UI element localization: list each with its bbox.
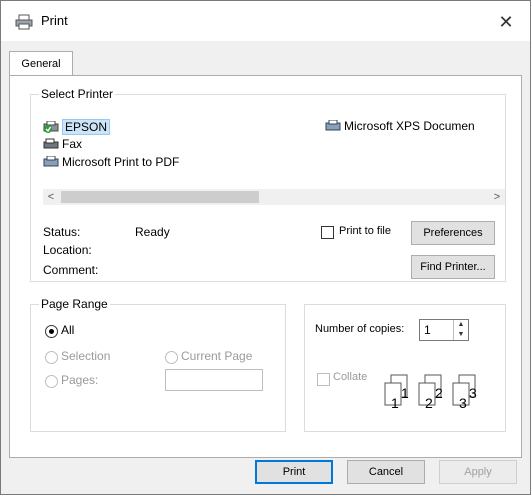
printer-name: Microsoft Print to PDF <box>62 155 180 169</box>
page-range-group: Page Range All Selection Current Page Pa… <box>30 297 286 432</box>
current-page-radio[interactable] <box>165 351 178 364</box>
scroll-right-icon[interactable]: > <box>489 189 505 205</box>
printer-icon <box>43 155 59 168</box>
status-value: Ready <box>135 225 170 239</box>
pages-radio[interactable] <box>45 375 58 388</box>
selection-radio[interactable] <box>45 351 58 364</box>
collate-label[interactable]: Collate <box>333 371 367 383</box>
location-label: Location: <box>43 243 92 257</box>
print-dialog: Print ✕ General Select Printer EPSON Fax… <box>0 0 531 495</box>
print-to-file-label[interactable]: Print to file <box>339 225 391 237</box>
collate-page-number: 2 <box>435 385 443 401</box>
printer-icon <box>15 14 33 30</box>
select-printer-title: Select Printer <box>39 87 116 101</box>
select-printer-group: Select Printer EPSON Fax Microsoft Print… <box>30 87 506 282</box>
cancel-button[interactable]: Cancel <box>347 460 425 484</box>
pages-input[interactable] <box>165 369 263 391</box>
scrollbar-thumb[interactable] <box>61 191 259 203</box>
copies-group: Number of copies: 1 ▲ ▼ Collate 1 1 2 2 3… <box>304 304 506 432</box>
print-to-file-checkbox[interactable] <box>321 226 334 239</box>
print-button[interactable]: Print <box>255 460 333 484</box>
printer-item-epson[interactable]: EPSON <box>43 119 111 135</box>
printer-default-icon <box>43 120 59 133</box>
collate-checkbox[interactable] <box>317 373 330 386</box>
printer-name: Fax <box>62 137 83 151</box>
number-of-copies-label: Number of copies: <box>315 323 405 335</box>
comment-label: Comment: <box>43 263 99 277</box>
collate-page-number: 3 <box>459 395 467 411</box>
general-panel: Select Printer EPSON Fax Microsoft Print… <box>9 75 522 458</box>
all-radio[interactable] <box>45 325 58 338</box>
collate-page-number: 2 <box>425 395 433 411</box>
collate-page-number: 1 <box>391 395 399 411</box>
collate-page-number: 3 <box>469 385 477 401</box>
all-label[interactable]: All <box>61 323 74 337</box>
spin-arrows-icon[interactable]: ▲ ▼ <box>453 320 468 340</box>
printer-item-fax[interactable]: Fax <box>43 137 82 151</box>
preferences-button[interactable]: Preferences <box>411 221 495 245</box>
printer-icon <box>325 119 341 132</box>
pages-label[interactable]: Pages: <box>61 373 98 387</box>
title-bar: Print ✕ <box>1 1 530 41</box>
fax-icon <box>43 138 59 150</box>
status-label: Status: <box>43 225 81 239</box>
close-icon[interactable]: ✕ <box>491 9 521 35</box>
printer-item-microsoft-xps[interactable]: Microsoft XPS Documen <box>325 119 475 133</box>
printer-item-microsoft-print-to-pdf[interactable]: Microsoft Print to PDF <box>43 155 179 169</box>
scroll-left-icon[interactable]: < <box>43 189 59 205</box>
printer-list[interactable]: EPSON Fax Microsoft Print to PDF Microso… <box>43 113 503 185</box>
copies-stepper[interactable]: 1 ▲ ▼ <box>419 319 469 341</box>
window-title: Print <box>41 13 68 28</box>
horizontal-scrollbar[interactable]: < > <box>43 189 505 205</box>
tab-general[interactable]: General <box>9 51 73 76</box>
apply-button[interactable]: Apply <box>439 460 517 484</box>
find-printer-button[interactable]: Find Printer... <box>411 255 495 279</box>
selection-label[interactable]: Selection <box>61 349 110 363</box>
page-range-title: Page Range <box>39 297 110 311</box>
current-page-label[interactable]: Current Page <box>181 349 252 363</box>
collate-page-number: 1 <box>401 385 409 401</box>
copies-value: 1 <box>424 323 431 337</box>
printer-name: EPSON <box>62 119 111 135</box>
printer-name: Microsoft XPS Documen <box>344 119 475 133</box>
